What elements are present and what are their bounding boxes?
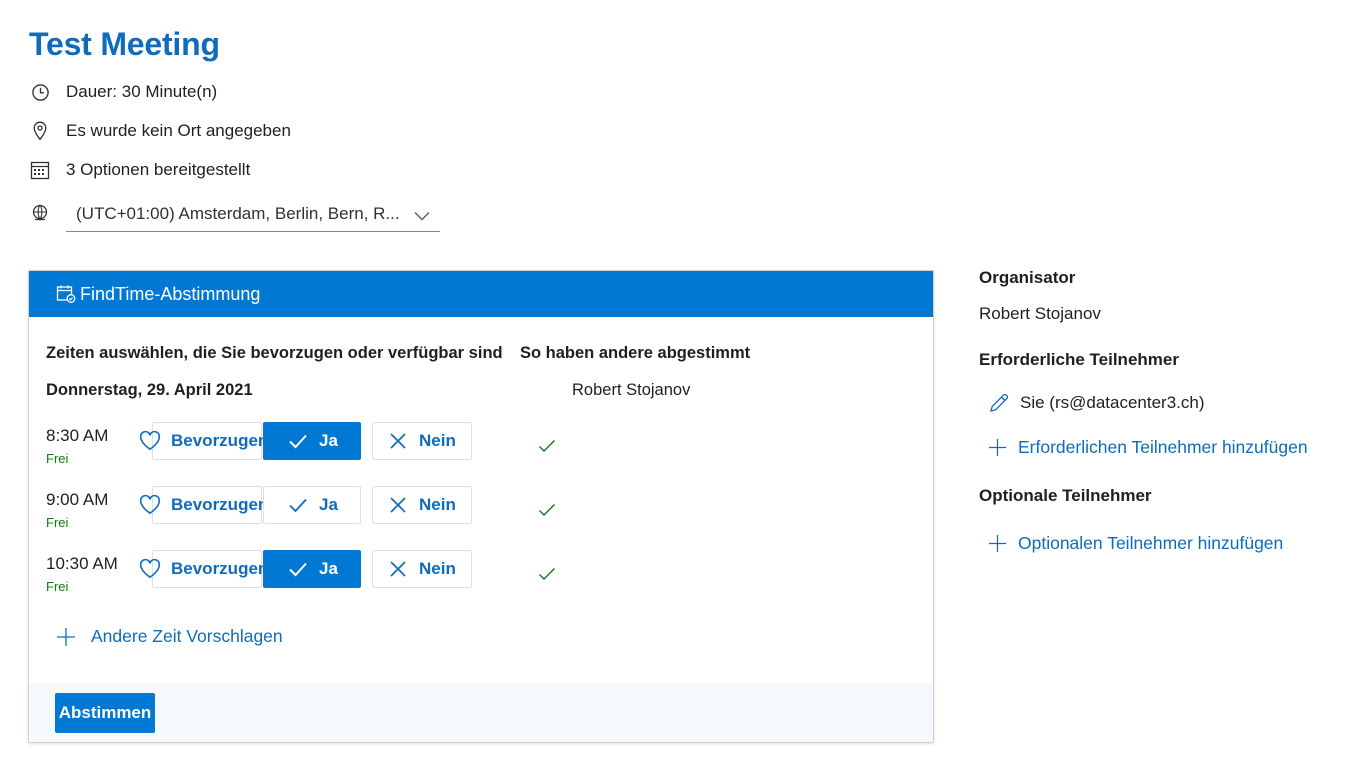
heart-icon [139, 495, 161, 515]
globe-icon [30, 203, 50, 223]
timezone-select[interactable]: (UTC+01:00) Amsterdam, Berlin, Bern, R..… [66, 196, 440, 232]
prefer-button[interactable]: Bevorzugen [139, 486, 268, 524]
slot-time: 9:00 AM [46, 490, 109, 509]
vote-checkmark-icon [538, 439, 556, 458]
prefer-button[interactable]: Bevorzugen [139, 422, 268, 460]
yes-button[interactable]: Ja [263, 550, 361, 588]
chevron-down-icon [414, 206, 430, 226]
close-icon [389, 432, 407, 450]
add-optional-label: Optionalen Teilnehmer hinzufügen [1018, 533, 1284, 553]
organizer-heading: Organisator [979, 268, 1076, 287]
heart-icon [139, 431, 161, 451]
close-icon [389, 560, 407, 578]
no-label: Nein [419, 559, 456, 578]
no-button[interactable]: Nein [372, 486, 472, 524]
location-text: Es wurde kein Ort angegeben [66, 121, 291, 140]
timezone-value: (UTC+01:00) Amsterdam, Berlin, Bern, R..… [76, 203, 400, 223]
add-optional-link[interactable]: Optionalen Teilnehmer hinzufügen [988, 533, 1283, 554]
poll-footer [29, 683, 933, 742]
poll-header-title: FindTime-Abstimmung [80, 283, 261, 304]
checkmark-icon [288, 433, 308, 449]
add-required-label: Erforderlichen Teilnehmer hinzufügen [1018, 437, 1308, 457]
close-icon [389, 496, 407, 514]
yes-button[interactable]: Ja [263, 422, 361, 460]
slot-status: Frei [46, 451, 69, 466]
no-label: Nein [419, 431, 456, 450]
prefer-label: Bevorzugen [171, 431, 269, 450]
clock-icon [30, 82, 50, 102]
yes-label: Ja [319, 559, 338, 578]
required-attendee-label: Sie (rs@datacenter3.ch) [1020, 393, 1205, 412]
options-row: 3 Optionen bereitgestellt [30, 158, 250, 182]
yes-label: Ja [319, 495, 338, 514]
others-voted-heading: So haben andere abgestimmt [520, 344, 751, 362]
required-heading: Erforderliche Teilnehmer [979, 350, 1179, 369]
slot-status: Frei [46, 579, 69, 594]
select-times-heading: Zeiten auswählen, die Sie bevorzugen ode… [46, 344, 503, 362]
location-pin-icon [30, 121, 50, 141]
no-button[interactable]: Nein [372, 422, 472, 460]
slot-status: Frei [46, 515, 69, 530]
options-text: 3 Optionen bereitgestellt [66, 160, 251, 179]
poll-header: FindTime-Abstimmung [29, 271, 933, 317]
prefer-label: Bevorzugen [171, 559, 269, 578]
suggest-time-link[interactable]: Andere Zeit Vorschlagen [56, 626, 283, 647]
plus-icon [988, 438, 1007, 457]
poll-date: Donnerstag, 29. April 2021 [46, 381, 253, 399]
calendar-icon [30, 160, 50, 180]
vote-checkmark-icon [538, 503, 556, 522]
required-attendee[interactable]: Sie (rs@datacenter3.ch) [988, 392, 1205, 414]
add-required-link[interactable]: Erforderlichen Teilnehmer hinzufügen [988, 437, 1308, 458]
duration-row: Dauer: 30 Minute(n) [30, 80, 217, 104]
no-label: Nein [419, 495, 456, 514]
vote-checkmark-icon [538, 567, 556, 586]
no-button[interactable]: Nein [372, 550, 472, 588]
yes-label: Ja [319, 431, 338, 450]
slot-time: 8:30 AM [46, 426, 109, 445]
voter-name: Robert Stojanov [572, 381, 691, 399]
optional-heading: Optionale Teilnehmer [979, 486, 1152, 505]
findtime-icon [56, 284, 76, 304]
slot-time: 10:30 AM [46, 554, 118, 573]
page-title: Test Meeting [29, 26, 220, 62]
duration-text: Dauer: 30 Minute(n) [66, 82, 218, 101]
checkmark-icon [288, 561, 308, 577]
organizer-name: Robert Stojanov [979, 304, 1101, 323]
heart-icon [139, 559, 161, 579]
location-row: Es wurde kein Ort angegeben [30, 119, 291, 143]
prefer-label: Bevorzugen [171, 495, 269, 514]
prefer-button[interactable]: Bevorzugen [139, 550, 268, 588]
plus-icon [56, 627, 76, 647]
pencil-icon [988, 392, 1010, 414]
plus-icon [988, 534, 1007, 553]
suggest-time-label: Andere Zeit Vorschlagen [91, 626, 283, 646]
submit-vote-button[interactable]: Abstimmen [55, 693, 155, 733]
checkmark-icon [288, 497, 308, 513]
findtime-poll-card: FindTime-Abstimmung Zeiten auswählen, di… [28, 270, 934, 743]
yes-button[interactable]: Ja [263, 486, 361, 524]
